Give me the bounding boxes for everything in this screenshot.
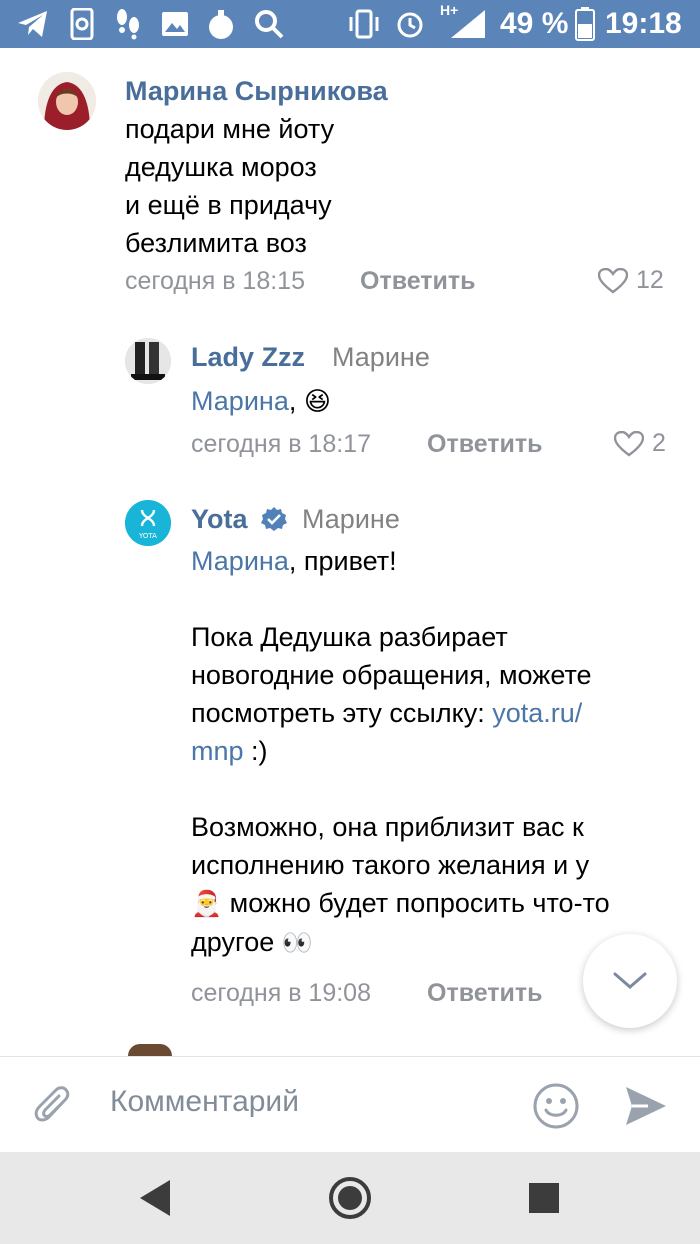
app-icon: [68, 8, 96, 40]
comment-line: другое 👀: [191, 923, 610, 962]
comment-composer: Комментарий: [0, 1056, 700, 1152]
laughing-emoji: 😆: [303, 386, 331, 416]
comment-line: дедушка мороз: [125, 152, 317, 182]
link[interactable]: yota.ru/: [492, 698, 582, 728]
emoji-icon[interactable]: [532, 1082, 580, 1135]
reply-to-name: Марине: [302, 504, 400, 534]
comment-line: mnp :): [191, 732, 610, 770]
comment-line: новогодние обращения, можете: [191, 660, 592, 690]
alarm-icon: [394, 8, 426, 40]
like-button[interactable]: 2: [614, 429, 666, 458]
status-bar: H+ 49 % 19:18: [0, 0, 700, 48]
comment-text-part: можно будет попросить что-то: [222, 888, 610, 918]
comment-line: подари мне йоту: [125, 114, 335, 144]
mention-link[interactable]: Марина: [191, 546, 289, 576]
avatar[interactable]: [38, 72, 96, 130]
comment-time: сегодня в 18:15: [125, 267, 305, 295]
comment-text-part: :): [243, 736, 268, 766]
attach-icon[interactable]: [34, 1085, 74, 1134]
scroll-down-button[interactable]: [583, 934, 677, 1028]
eyes-emoji: 👀: [281, 929, 313, 957]
gallery-icon: [160, 8, 190, 40]
comment-line: и ещё в придачу: [125, 190, 332, 220]
like-count: 2: [652, 429, 666, 457]
svg-text:YOTA: YOTA: [138, 532, 157, 540]
avatar[interactable]: [128, 1044, 172, 1056]
comment-time: сегодня в 18:17: [191, 430, 371, 458]
comment-reply: YOTA Yota Марине Марина, привет! Пока Де…: [0, 482, 700, 1022]
signal-icon: [448, 8, 488, 40]
reply-button[interactable]: Ответить: [427, 430, 543, 459]
comment-text: подари мне йоту дедушка мороз и ещё в пр…: [125, 110, 334, 262]
comment-reply: Lady Zzz Марине Марина, 😆 сегодня в 18:1…: [0, 320, 700, 470]
reply-button[interactable]: Ответить: [360, 267, 476, 296]
comment-line: посмотреть эту ссылку: yota.ru/: [191, 694, 610, 732]
comment-line: Пока Дедушка разбирает: [191, 622, 508, 652]
system-nav-bar: [0, 1152, 700, 1244]
battery-percent: 49 %: [500, 7, 569, 40]
vibrate-icon: [346, 8, 382, 40]
comment-time: сегодня в 19:08: [191, 979, 371, 1007]
comment-line: безлимита воз: [125, 228, 307, 258]
mention-link[interactable]: Марина: [191, 386, 289, 416]
avatar[interactable]: [125, 338, 171, 384]
reply-button[interactable]: Ответить: [427, 979, 543, 1008]
bomb-icon: [206, 8, 236, 40]
comment-line: Марина, привет!: [191, 542, 610, 580]
comment-input[interactable]: Комментарий: [110, 1085, 299, 1119]
recent-apps-icon[interactable]: [528, 1182, 560, 1214]
comment: Марина Сырникова подари мне йоту дедушка…: [0, 48, 700, 308]
santa-emoji: 🎅: [191, 890, 223, 918]
chevron-down-icon: [613, 972, 647, 989]
comment-author[interactable]: Yota: [191, 504, 248, 535]
comment-author[interactable]: Марина Сырникова: [125, 76, 388, 107]
footsteps-icon: [112, 8, 144, 40]
comment-text: Марина, привет! Пока Дедушка разбирает н…: [191, 542, 610, 962]
battery-icon: [574, 7, 596, 41]
heart-icon: [598, 267, 628, 293]
heart-icon: [614, 430, 644, 456]
reply-to-name: Марине: [332, 342, 430, 372]
avatar[interactable]: YOTA: [125, 500, 171, 546]
comment-text-part: другое: [191, 927, 282, 957]
verified-icon: [260, 506, 288, 539]
send-icon[interactable]: [624, 1085, 668, 1132]
comment-line: Возможно, она приблизит вас к: [191, 812, 584, 842]
like-count: 12: [636, 266, 664, 294]
clock: 19:18: [605, 7, 682, 40]
home-icon[interactable]: [328, 1176, 372, 1220]
telegram-icon: [14, 8, 52, 40]
comment-text-part: , привет!: [288, 546, 397, 576]
search-icon: [252, 8, 286, 40]
comment-text: Марина, 😆: [191, 382, 331, 420]
back-icon[interactable]: [138, 1178, 174, 1218]
comment-line: исполнению такого желания и у: [191, 850, 590, 880]
comment-line: 🎅 можно будет попросить что-то: [191, 884, 610, 923]
like-button[interactable]: 12: [598, 266, 664, 295]
comment-text-part: посмотреть эту ссылку:: [191, 698, 493, 728]
comment-author[interactable]: Lady Zzz: [191, 342, 305, 373]
comment-text-part: ,: [288, 386, 297, 416]
link[interactable]: mnp: [191, 736, 244, 766]
